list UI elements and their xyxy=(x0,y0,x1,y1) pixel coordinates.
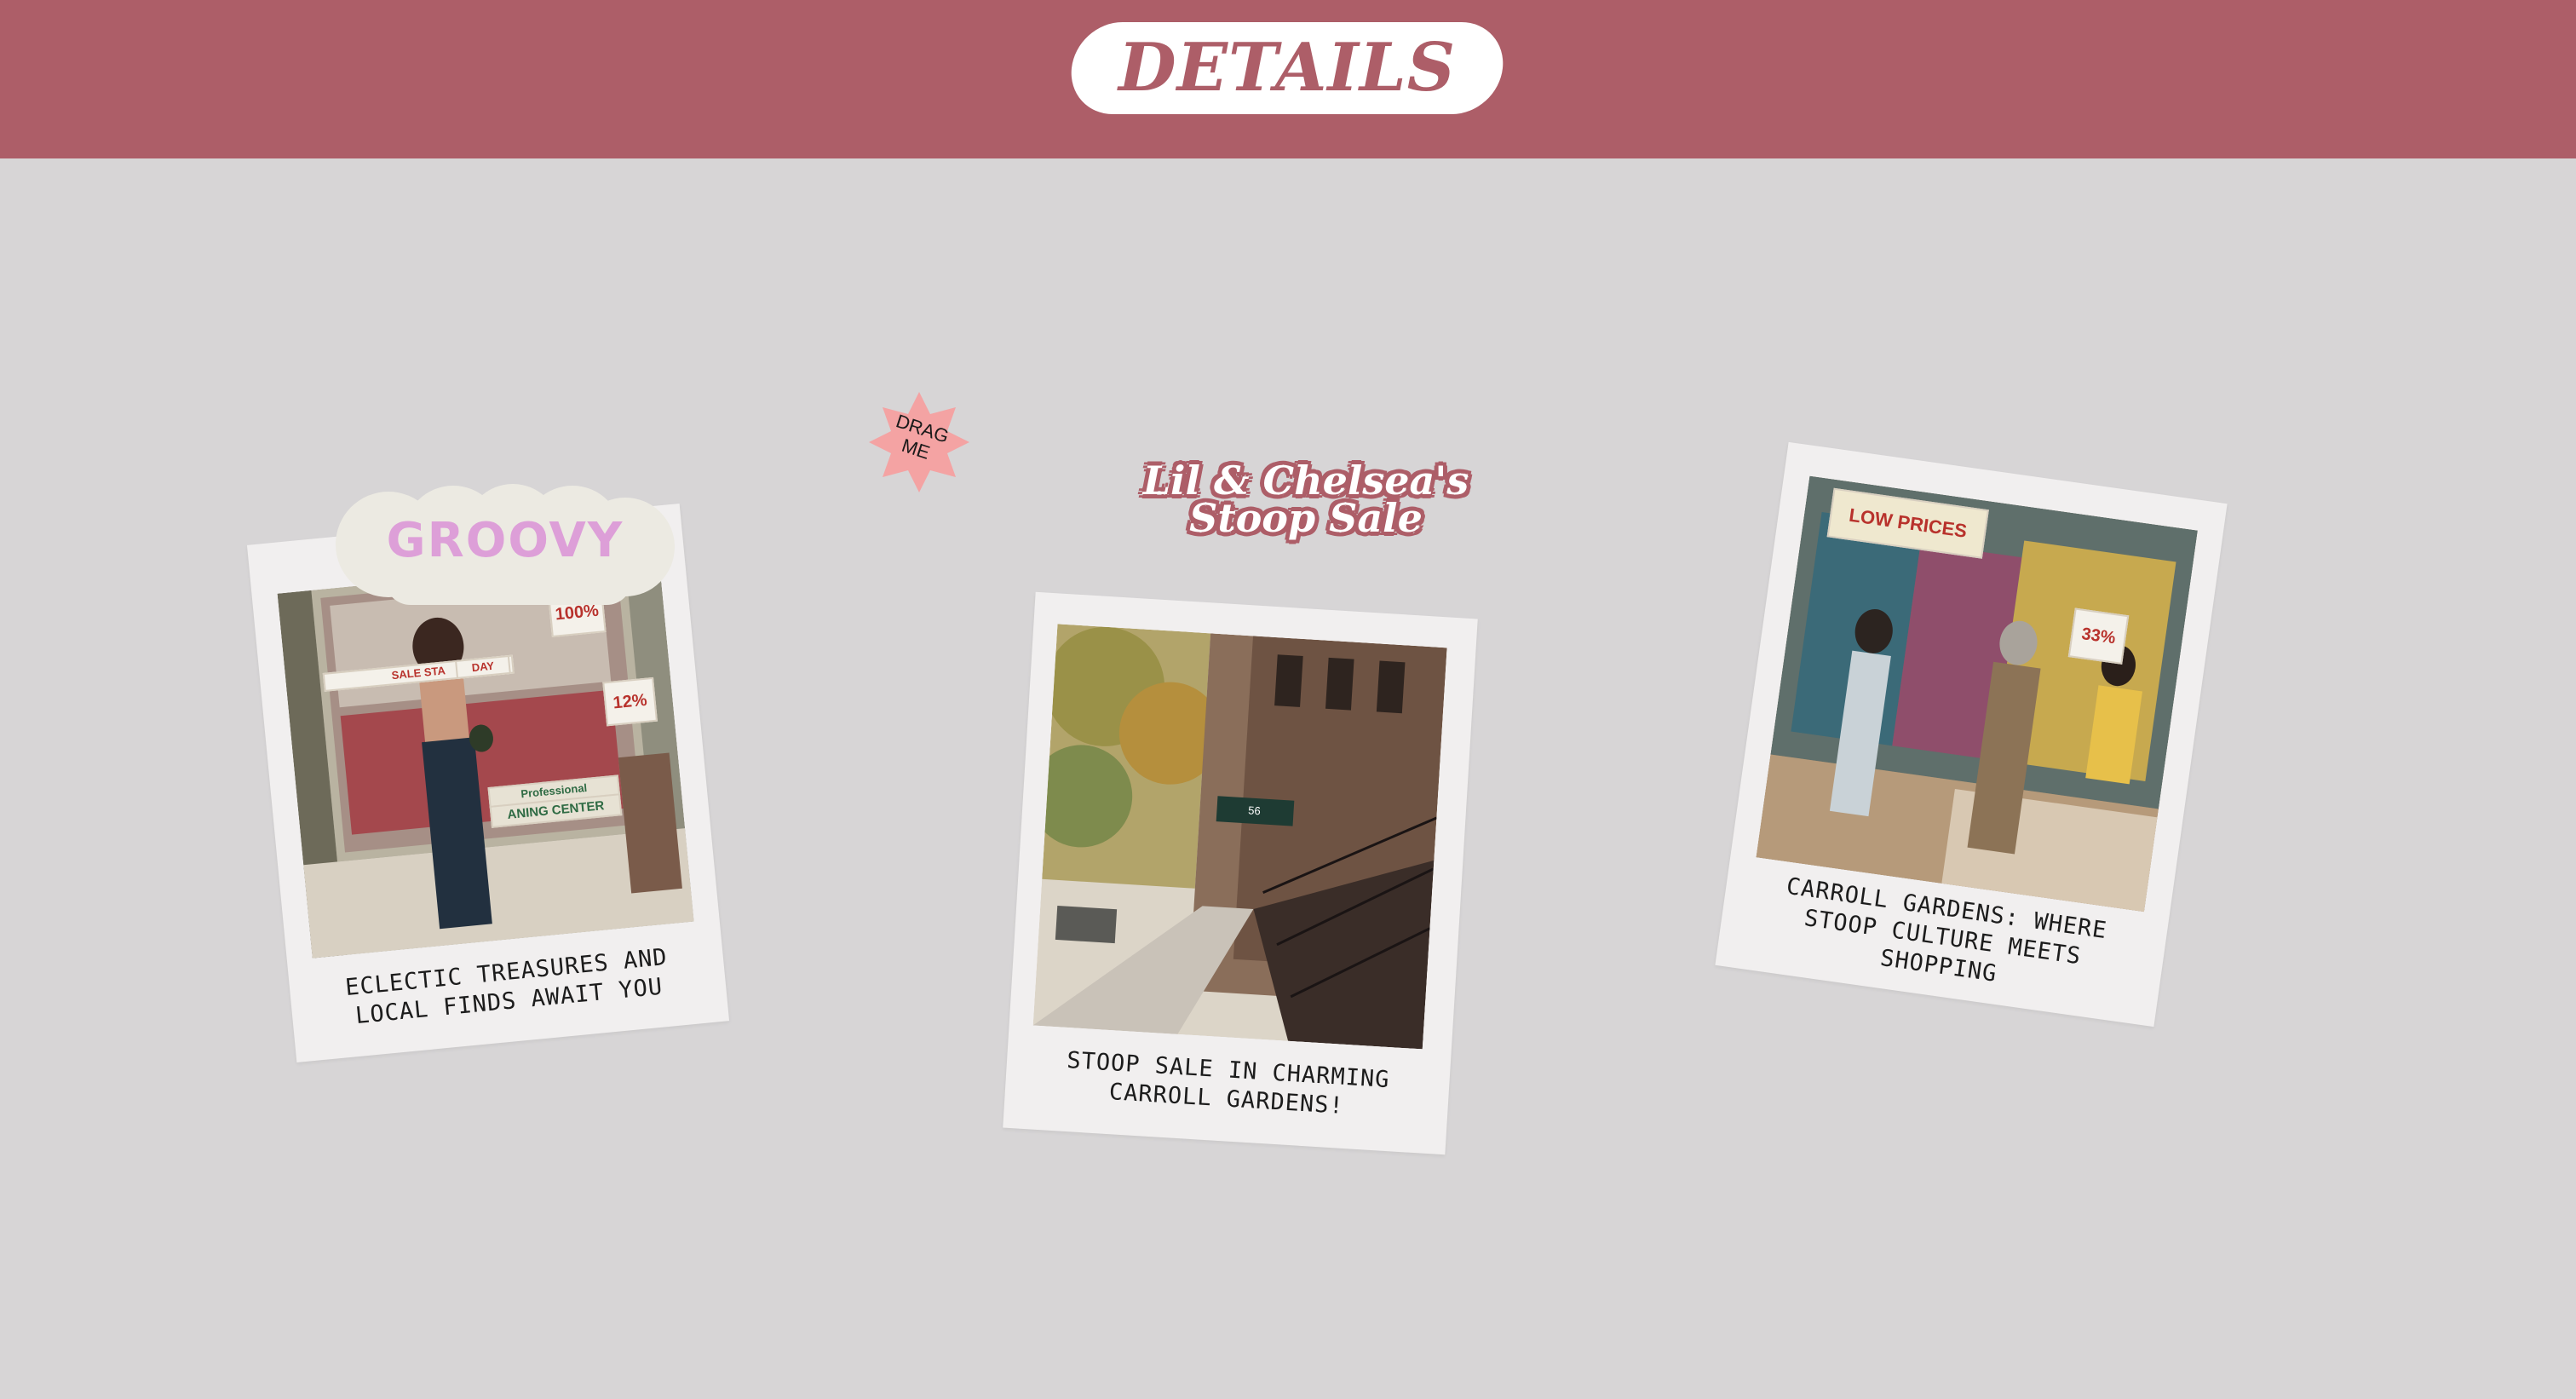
storefront-photo: SALE STA DAY 100% 12% Professional ANING… xyxy=(277,556,694,959)
card-caption: STOOP SALE IN CHARMING CARROLL GARDENS! xyxy=(1066,1047,1391,1120)
brand-logo: Lil & Chelsea's Stoop Sale xyxy=(1133,458,1479,556)
page-title: DETAILS xyxy=(1118,29,1457,107)
brand-line-1: Lil & Chelsea's xyxy=(1142,458,1469,504)
page: DETAILS DRAG ME Lil & Chelsea's Stoop Sa… xyxy=(0,0,2576,1399)
sign-percent: 33% xyxy=(2067,607,2130,665)
groovy-sticker[interactable]: GROOVY xyxy=(334,482,676,607)
fabric-store-photo: LOW PRICES 33% xyxy=(1756,475,2198,913)
drag-me-badge[interactable]: DRAG ME xyxy=(865,389,973,496)
groovy-label: GROOVY xyxy=(386,513,624,568)
polaroid-card[interactable]: LOW PRICES 33% CARROLL GARDENS: WHERE ST… xyxy=(1715,441,2228,1028)
sign-price-2: 12% xyxy=(602,676,658,727)
polaroid-card[interactable]: 56 STOOP SALE IN CHARMING CARROLL GARDEN… xyxy=(1003,591,1478,1155)
card-caption: ECLECTIC TREASURES AND LOCAL FINDS AWAIT… xyxy=(343,943,669,1030)
brand-line-2: Stoop Sale xyxy=(1189,495,1423,541)
brownstone-street-photo: 56 xyxy=(1032,624,1447,1050)
awning-number: 56 xyxy=(1247,803,1262,818)
